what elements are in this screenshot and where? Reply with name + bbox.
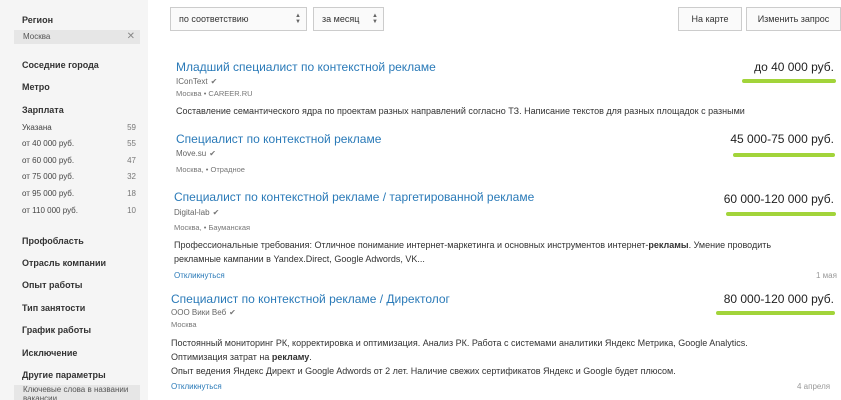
vacancy-salary: 80 000-120 000 руб.	[723, 292, 834, 306]
vacancy-title[interactable]: Специалист по контекстной рекламе / Дире…	[171, 292, 450, 306]
chevron-updown-icon: ▲ ▼	[372, 13, 378, 25]
salary-option-count: 18	[127, 189, 136, 198]
vacancy-location: Москва • CAREER.RU	[176, 89, 253, 98]
vacancy-company[interactable]: ООО Вики Веб ✔	[171, 308, 236, 317]
period-select-value: за месяц	[322, 14, 360, 24]
salary-label: Зарплата	[22, 105, 64, 115]
chevron-updown-icon: ▲ ▼	[295, 13, 301, 25]
sidebar: Регион Москва ✕ Соседние города Метро За…	[0, 0, 148, 400]
salary-option-count: 55	[127, 139, 136, 148]
vacancy-salary: до 40 000 руб.	[754, 60, 834, 74]
salary-option-count: 47	[127, 156, 136, 165]
respond-link[interactable]: Откликнуться	[171, 382, 222, 391]
salary-option-label: от 40 000 руб.	[22, 139, 75, 148]
filter-experience[interactable]: Опыт работы	[22, 280, 82, 290]
salary-option-count: 10	[127, 206, 136, 215]
sort-select-value: по соответствию	[179, 14, 249, 24]
verified-icon: ✔	[209, 149, 216, 158]
map-button[interactable]: На карте	[678, 7, 742, 31]
respond-link[interactable]: Откликнуться	[174, 271, 225, 280]
vacancy-title[interactable]: Младший специалист по контекстной реклам…	[176, 60, 436, 74]
vacancy-description: Профессиональные требования: Отличное по…	[174, 240, 772, 264]
salary-option-label: от 75 000 руб.	[22, 172, 75, 181]
filter-prof-area[interactable]: Профобласть	[22, 236, 84, 246]
sort-select[interactable]: по соответствию ▲ ▼	[170, 7, 307, 31]
filter-schedule[interactable]: График работы	[22, 325, 91, 335]
vacancy-location: Москва, • Бауманская	[174, 223, 251, 232]
period-select[interactable]: за месяц ▲ ▼	[313, 7, 384, 31]
salary-highlight	[733, 153, 835, 157]
salary-highlight	[716, 311, 835, 315]
vacancy-title[interactable]: Специалист по контекстной рекламе / тарг…	[174, 190, 534, 204]
salary-option[interactable]: от 95 000 руб. 18	[22, 189, 136, 198]
salary-option-label: Указана	[22, 123, 52, 132]
vacancy-date: 4 апреля	[797, 382, 831, 391]
vacancy-date: 1 мая	[816, 271, 837, 280]
salary-option[interactable]: от 40 000 руб. 55	[22, 139, 136, 148]
salary-option[interactable]: от 110 000 руб. 10	[22, 206, 136, 215]
salary-highlight	[726, 212, 836, 216]
verified-icon: ✔	[212, 208, 220, 217]
vacancy-salary: 45 000-75 000 руб.	[730, 132, 834, 146]
verified-icon: ✔	[210, 77, 218, 86]
company-name: ООО Вики Веб	[171, 308, 227, 317]
salary-option-label: от 110 000 руб.	[22, 206, 78, 215]
salary-option[interactable]: Указана 59	[22, 123, 136, 132]
salary-option-count: 32	[127, 172, 136, 181]
keywords-chip[interactable]: Ключевые слова в названии вакансии	[14, 385, 140, 400]
company-name: Digital-lab	[174, 208, 210, 217]
vacancy-description: Постоянный мониторинг РК, корректировка …	[171, 338, 748, 376]
vacancy-location: Москва	[171, 320, 197, 329]
company-name: Move.su	[176, 149, 207, 158]
close-icon[interactable]: ✕	[127, 30, 135, 44]
vacancy-company[interactable]: IConText ✔	[176, 77, 217, 86]
filter-industry[interactable]: Отрасль компании	[22, 258, 106, 268]
salary-option[interactable]: от 75 000 руб. 32	[22, 172, 136, 181]
vacancy-location: Москва, • Отрадное	[176, 165, 245, 174]
filter-exclusion[interactable]: Исключение	[22, 348, 77, 358]
salary-option-count: 59	[127, 123, 136, 132]
verified-icon: ✔	[229, 308, 236, 317]
vacancy-company[interactable]: Move.su ✔	[176, 149, 216, 158]
filter-employment-type[interactable]: Тип занятости	[22, 303, 85, 313]
salary-option-label: от 95 000 руб.	[22, 189, 75, 198]
filter-metro[interactable]: Метро	[22, 82, 50, 92]
salary-option-label: от 60 000 руб.	[22, 156, 75, 165]
filter-neighbor-cities[interactable]: Соседние города	[22, 60, 99, 70]
vacancy-description: Составление семантического ядра по проек…	[176, 106, 745, 116]
vacancy-company[interactable]: Digital-lab ✔	[174, 208, 219, 217]
region-label[interactable]: Регион	[22, 15, 53, 25]
salary-option[interactable]: от 60 000 руб. 47	[22, 156, 136, 165]
vacancy-salary: 60 000-120 000 руб.	[723, 192, 834, 206]
region-chip[interactable]: Москва ✕	[14, 30, 140, 44]
vacancy-title[interactable]: Специалист по контекстной рекламе	[176, 132, 381, 146]
company-name: IConText	[176, 77, 208, 86]
change-query-button[interactable]: Изменить запрос	[746, 7, 841, 31]
region-chip-label: Москва	[23, 32, 51, 41]
salary-highlight	[742, 79, 836, 83]
filter-other-params[interactable]: Другие параметры	[22, 370, 106, 380]
